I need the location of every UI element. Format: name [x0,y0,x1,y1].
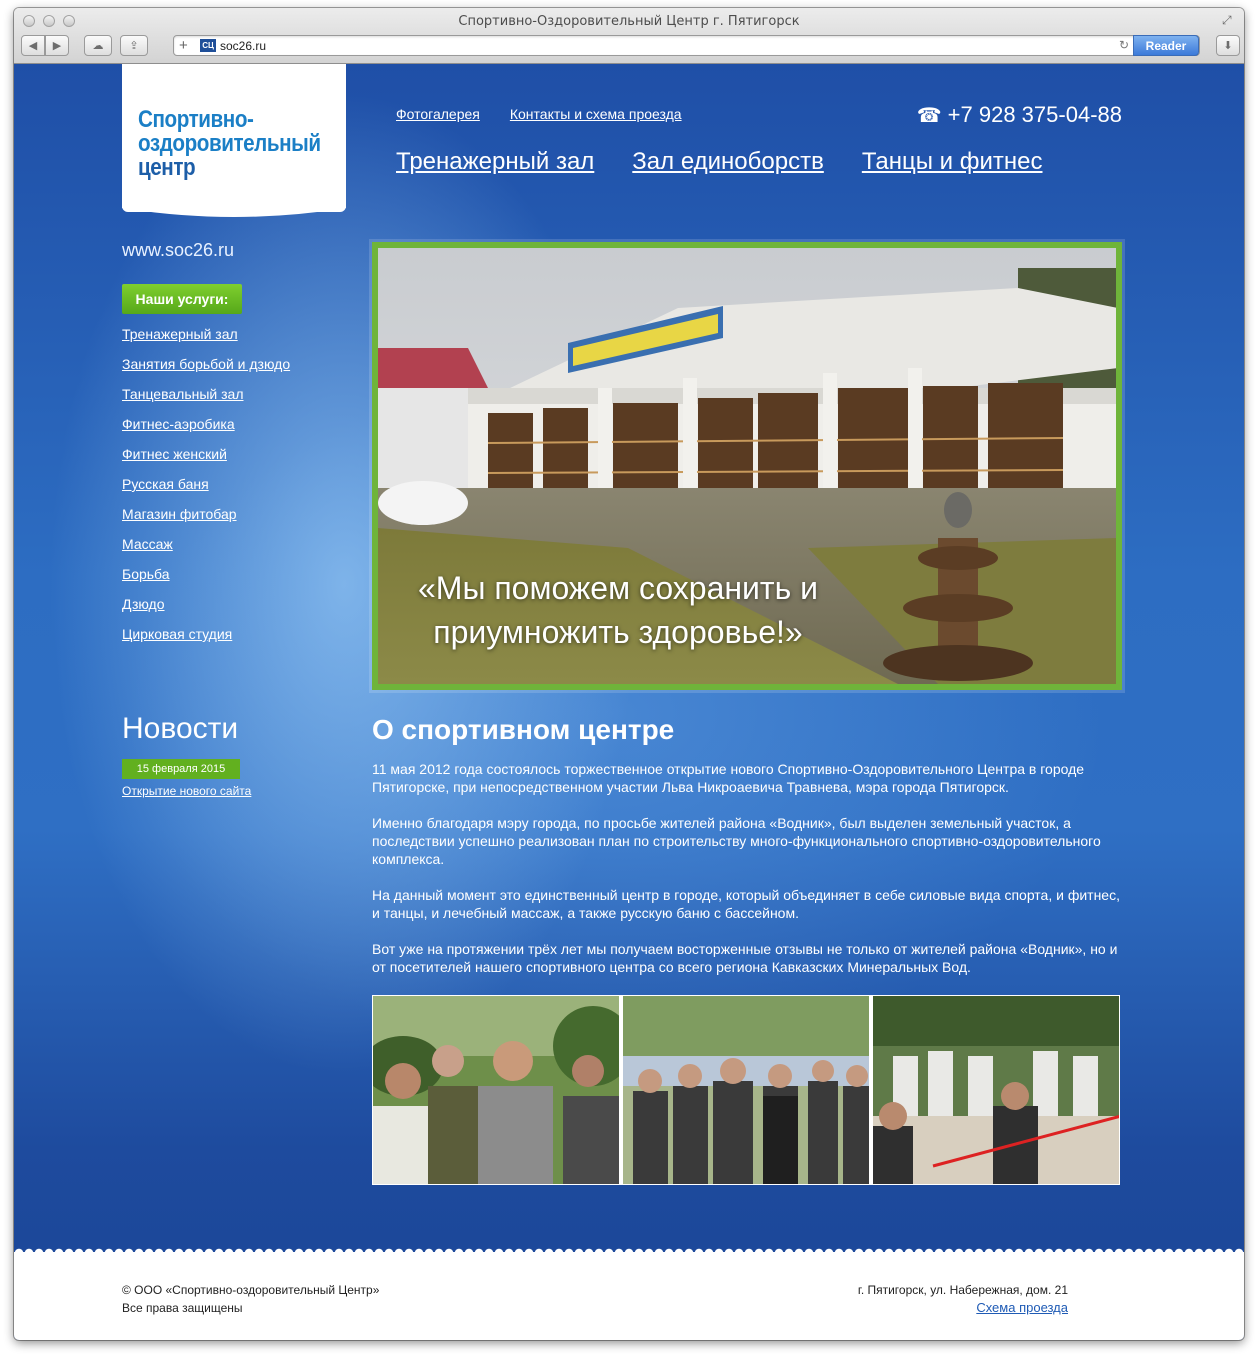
hero-photo: «Мы поможем сохранить и приумножить здор… [378,248,1116,684]
service-link[interactable]: Цирковая студия [122,626,232,642]
gallery-photo-1[interactable] [372,995,620,1185]
url-text[interactable]: soc26.ru [220,39,266,53]
list-item: Русская баня [122,476,290,506]
ribbon-cutting-photo [873,996,1119,1184]
copyright-text: © ООО «Спортивно-оздоровительный Центр» [122,1283,380,1297]
nav-link-gym[interactable]: Тренажерный зал [396,148,594,176]
services-list: Тренажерный зал Занятия борьбой и дзюдо … [122,326,290,656]
service-link[interactable]: Дзюдо [122,596,165,612]
footer-scalloped-edge [14,1245,1244,1253]
hero-quote: «Мы поможем сохранить и приумножить здор… [378,566,858,654]
nav-link-gallery[interactable]: Фотогалерея [396,106,480,122]
site-logo[interactable]: Спортивно- оздоровительный центр [122,64,346,212]
news-heading: Новости [122,712,239,745]
top-nav-secondary: Фотогалерея Контакты и схема проезда [396,106,682,122]
logo-bottom-curve [122,204,346,217]
footer-copyright: © ООО «Спортивно-оздоровительный Центр» … [122,1281,379,1317]
back-button[interactable]: ◀ [21,35,45,56]
window-title: Спортивно-Оздоровительный Центр г. Пятиг… [458,14,800,29]
list-item: Занятия борьбой и дзюдо [122,356,290,386]
web-page: Спортивно- оздоровительный центр www.soc… [14,64,1244,1340]
address-text: г. Пятигорск, ул. Набережная, дом. 21 [857,1283,1068,1297]
forward-button[interactable]: ▶ [45,35,69,56]
list-item: Борьба [122,566,290,596]
about-text: 11 мая 2012 года состоялось торжественно… [372,760,1124,994]
phone-icon: ☎ [916,104,942,127]
service-link[interactable]: Борьба [122,566,170,582]
cloud-icon: ☁ [92,40,104,52]
fullscreen-icon[interactable]: ⤢ [1222,13,1236,27]
service-link[interactable]: Фитнес-аэробика [122,416,235,432]
list-item: Магазин фитобар [122,506,290,536]
logo-text: Спортивно- оздоровительный центр [138,108,362,180]
reload-icon[interactable]: ↻ [1119,38,1129,52]
services-heading: Наши услуги: [122,284,242,314]
share-icon: ⇪ [129,40,139,52]
opening-ceremony-photo [373,996,619,1184]
icloud-tabs-button[interactable]: ☁ [84,35,112,56]
list-item: Массаж [122,536,290,566]
list-item: Цирковая студия [122,626,290,656]
service-link[interactable]: Танцевальный зал [122,386,244,402]
reader-button[interactable]: Reader [1133,35,1199,56]
logo-line: центр [138,154,196,181]
address-bar[interactable]: + СЦ soc26.ru ↻ Reader [173,35,1200,56]
service-link[interactable]: Тренажерный зал [122,326,238,342]
footer-address: г. Пятигорск, ул. Набережная, дом. 21 Сх… [858,1281,1068,1317]
list-item: Фитнес-аэробика [122,416,290,446]
about-heading: О спортивном центре [372,714,675,745]
about-paragraph: Именно благодаря мэру города, по просьбе… [372,815,1101,867]
nav-link-contacts[interactable]: Контакты и схема проезда [510,106,682,122]
photo-gallery [372,995,1120,1185]
top-nav-primary: Тренажерный зал Зал единоборств Танцы и … [396,148,1043,176]
phone-number: ☎ +7 928 375-04-88 [917,102,1122,128]
browser-window: Спортивно-Оздоровительный Центр г. Пятиг… [14,8,1244,1340]
list-item: Дзюдо [122,596,290,626]
logo-line: Спортивно- [138,106,254,133]
news-date-badge: 15 февраля 2015 [122,759,240,779]
news-item-link[interactable]: Открытие нового сайта [122,784,251,798]
gallery-photo-2[interactable] [622,995,870,1185]
page-footer: © ООО «Спортивно-оздоровительный Центр» … [14,1245,1244,1340]
nav-link-martial-arts[interactable]: Зал единоборств [632,148,824,176]
list-item: Тренажерный зал [122,326,290,356]
logo-line: оздоровительный [138,130,321,157]
service-link[interactable]: Русская баня [122,476,209,492]
service-link[interactable]: Магазин фитобар [122,506,237,522]
back-icon: ◀ [28,40,38,52]
rights-text: Все права защищены [122,1301,243,1315]
phone-text: +7 928 375-04-88 [947,102,1122,127]
hero-banner: «Мы поможем сохранить и приумножить здор… [372,242,1122,690]
about-paragraph: 11 мая 2012 года состоялось торжественно… [372,761,1085,795]
add-bookmark-icon[interactable]: + [179,36,188,55]
list-item: Фитнес женский [122,446,290,476]
site-url: www.soc26.ru [122,240,235,260]
hero-quote-line: приумножить здоровье!» [433,614,803,650]
about-paragraph: На данный момент это единственный центр … [372,887,1120,921]
browser-toolbar: Спортивно-Оздоровительный Центр г. Пятиг… [14,8,1244,64]
hero-quote-line: «Мы поможем сохранить и [417,570,819,606]
forward-icon: ▶ [52,40,62,52]
nav-link-dance-fitness[interactable]: Танцы и фитнес [862,148,1043,176]
about-paragraph: Вот уже на протяжении трёх лет мы получа… [372,941,1118,975]
downloads-button[interactable]: ⬇ [1216,35,1240,56]
service-link[interactable]: Занятия борьбой и дзюдо [122,356,290,372]
gallery-photo-3[interactable] [872,995,1120,1185]
service-link[interactable]: Массаж [122,536,173,552]
share-button[interactable]: ⇪ [120,35,148,56]
map-link[interactable]: Схема проезда [976,1300,1068,1315]
service-link[interactable]: Фитнес женский [122,446,227,462]
list-item: Танцевальный зал [122,386,290,416]
guests-photo [623,996,869,1184]
download-icon: ⬇ [1223,40,1233,52]
site-favicon: СЦ [200,39,216,52]
